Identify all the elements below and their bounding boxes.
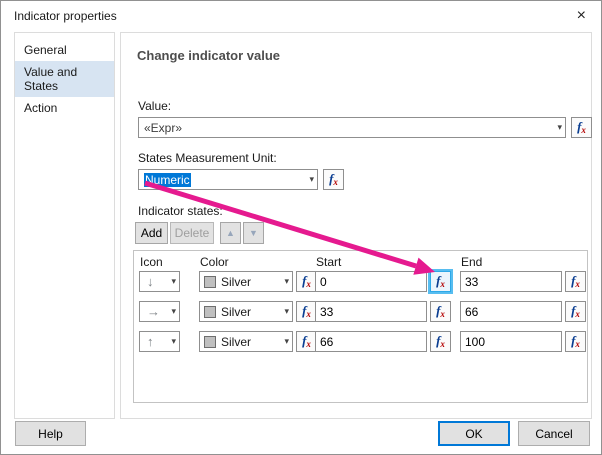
- chevron-down-icon: ▾: [284, 336, 289, 346]
- fx-x-glyph: x: [440, 279, 445, 289]
- value-dropdown-text: «Expr»: [144, 121, 183, 135]
- dialog-title: Indicator properties: [14, 9, 117, 23]
- color-expression-button[interactable]: fx: [296, 301, 317, 322]
- sidebar: General Value and States Action: [14, 32, 115, 419]
- color-name: Silver: [221, 335, 252, 349]
- main-panel: Change indicator value Value: «Expr» ▾ f…: [120, 32, 592, 419]
- value-label: Value:: [138, 99, 172, 113]
- fx-x-glyph: x: [575, 279, 580, 289]
- fx-x-glyph: x: [575, 339, 580, 349]
- start-expression-button[interactable]: fx: [430, 331, 451, 352]
- measurement-unit-label: States Measurement Unit:: [138, 151, 277, 165]
- fx-x-glyph: x: [306, 309, 311, 319]
- color-swatch: [204, 276, 216, 288]
- color-dropdown[interactable]: Silver ▾: [199, 271, 293, 292]
- column-header-start: Start: [316, 255, 342, 269]
- chevron-down-icon: ▾: [171, 306, 176, 316]
- start-input[interactable]: [315, 331, 427, 352]
- end-input[interactable]: [460, 331, 562, 352]
- indicator-states-label: Indicator states:: [138, 204, 223, 218]
- chevron-down-icon: ▾: [557, 122, 562, 132]
- fx-x-glyph: x: [581, 125, 586, 135]
- chevron-down-icon: ▾: [284, 306, 289, 316]
- column-header-icon: Icon: [140, 255, 163, 269]
- measurement-unit-text: Numeric: [144, 173, 301, 187]
- color-name: Silver: [221, 305, 252, 319]
- add-button[interactable]: Add: [135, 222, 168, 244]
- fx-x-glyph: x: [440, 339, 445, 349]
- table-row: → ▾ Silver ▾ fx fx fx: [134, 301, 587, 322]
- end-input[interactable]: [460, 301, 562, 322]
- icon-dropdown[interactable]: ↑ ▾: [139, 331, 180, 352]
- ok-button[interactable]: OK: [438, 421, 510, 446]
- down-arrow-icon: ↓: [147, 274, 154, 289]
- indicator-states-table: Icon Color Start End ↓ ▾ Silver ▾ fx fx: [133, 250, 588, 403]
- unit-expression-button[interactable]: fx: [323, 169, 344, 190]
- start-input[interactable]: [315, 271, 427, 292]
- end-input[interactable]: [460, 271, 562, 292]
- fx-x-glyph: x: [306, 279, 311, 289]
- sidebar-item-action[interactable]: Action: [15, 97, 114, 119]
- fx-x-glyph: x: [440, 309, 445, 319]
- selected-text: Numeric: [144, 173, 191, 187]
- right-arrow-icon: →: [147, 304, 160, 319]
- cancel-button[interactable]: Cancel: [518, 421, 590, 446]
- fx-x-glyph: x: [575, 309, 580, 319]
- up-arrow-icon: ↑: [147, 334, 154, 349]
- indicator-properties-dialog: Indicator properties × General Value and…: [0, 0, 602, 455]
- color-dropdown[interactable]: Silver ▾: [199, 301, 293, 322]
- chevron-down-icon: ▾: [171, 276, 176, 286]
- color-expression-button[interactable]: fx: [296, 271, 317, 292]
- chevron-down-icon: ▾: [309, 174, 314, 184]
- move-down-icon: ▼: [249, 228, 258, 238]
- column-header-color: Color: [200, 255, 229, 269]
- value-expression-button[interactable]: fx: [571, 117, 592, 138]
- end-expression-button[interactable]: fx: [565, 301, 586, 322]
- table-row: ↓ ▾ Silver ▾ fx fx fx: [134, 271, 587, 292]
- move-up-icon: ▲: [226, 228, 235, 238]
- title-bar: Indicator properties ×: [1, 1, 601, 31]
- color-swatch: [204, 336, 216, 348]
- chevron-down-icon: ▾: [171, 336, 176, 346]
- move-down-button[interactable]: ▼: [243, 222, 264, 244]
- move-up-button[interactable]: ▲: [220, 222, 241, 244]
- delete-button[interactable]: Delete: [170, 222, 214, 244]
- start-expression-button[interactable]: fx: [430, 301, 451, 322]
- fx-x-glyph: x: [306, 339, 311, 349]
- sidebar-item-general[interactable]: General: [15, 39, 114, 61]
- start-expression-button[interactable]: fx: [430, 271, 451, 292]
- icon-dropdown[interactable]: → ▾: [139, 301, 180, 322]
- color-expression-button[interactable]: fx: [296, 331, 317, 352]
- color-dropdown[interactable]: Silver ▾: [199, 331, 293, 352]
- measurement-unit-dropdown[interactable]: Numeric ▾: [138, 169, 318, 190]
- table-row: ↑ ▾ Silver ▾ fx fx fx: [134, 331, 587, 352]
- value-dropdown[interactable]: «Expr» ▾: [138, 117, 566, 138]
- end-expression-button[interactable]: fx: [565, 331, 586, 352]
- chevron-down-icon: ▾: [284, 276, 289, 286]
- column-header-end: End: [461, 255, 483, 269]
- close-icon[interactable]: ×: [577, 6, 586, 26]
- fx-x-glyph: x: [333, 177, 338, 187]
- icon-dropdown[interactable]: ↓ ▾: [139, 271, 180, 292]
- color-swatch: [204, 306, 216, 318]
- end-expression-button[interactable]: fx: [565, 271, 586, 292]
- page-title: Change indicator value: [137, 48, 281, 63]
- help-button[interactable]: Help: [15, 421, 86, 446]
- start-input[interactable]: [315, 301, 427, 322]
- sidebar-item-value-and-states[interactable]: Value and States: [15, 61, 114, 97]
- color-name: Silver: [221, 275, 252, 289]
